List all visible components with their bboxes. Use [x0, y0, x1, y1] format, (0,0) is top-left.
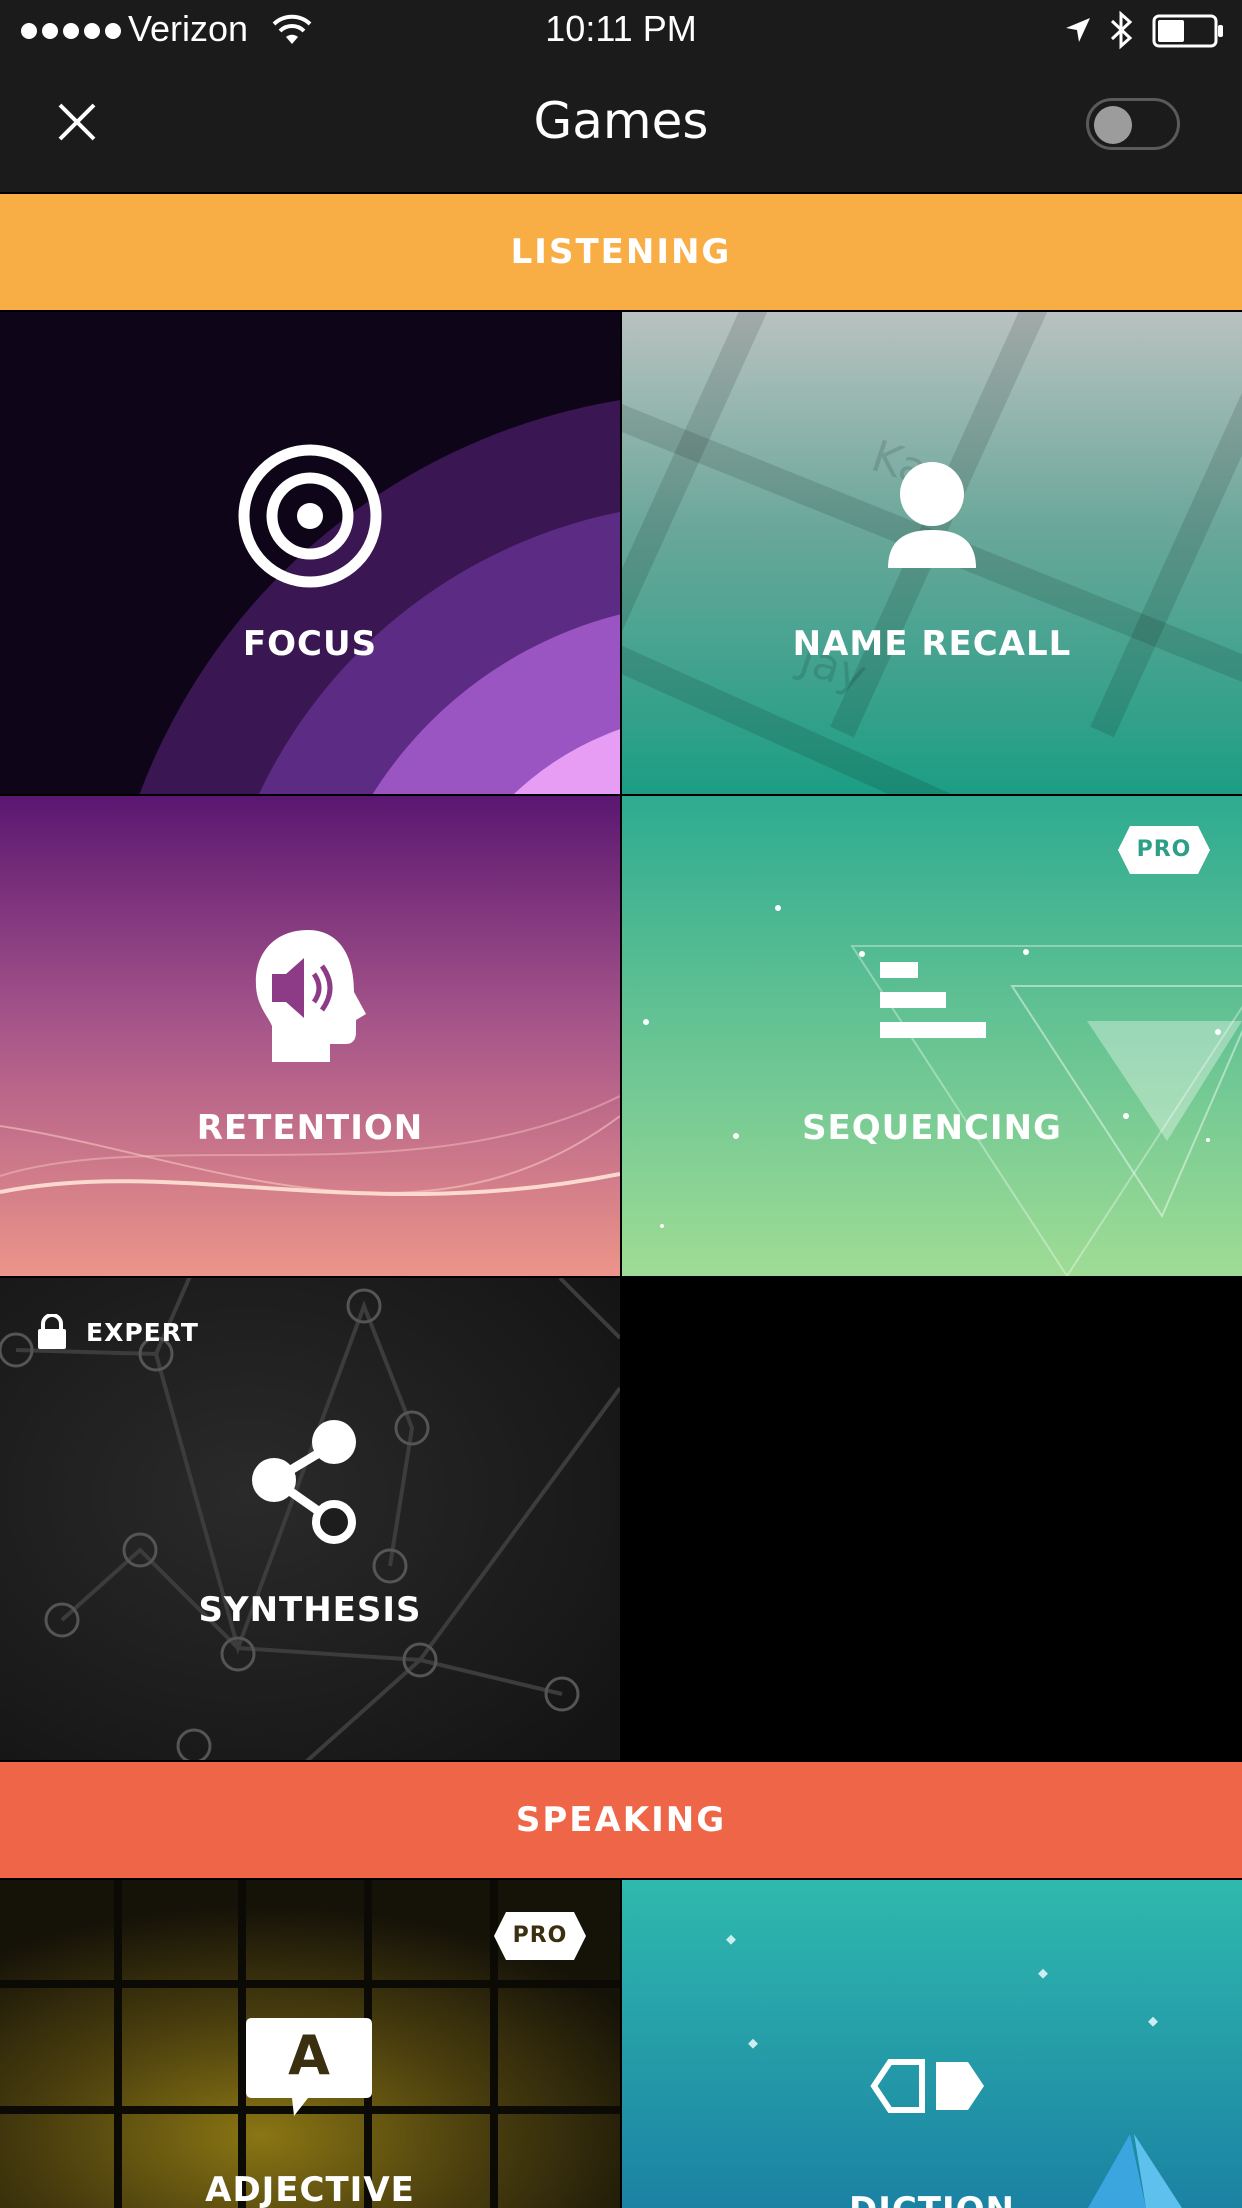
- expert-lock-label: EXPERT: [86, 1318, 199, 1347]
- location-arrow-icon: [1064, 16, 1092, 48]
- head-speaker-icon: [248, 928, 370, 1068]
- battery-icon: [1152, 14, 1224, 52]
- bluetooth-icon: [1108, 10, 1134, 54]
- status-bar: Verizon 10:11 PM: [0, 0, 1242, 62]
- tile-adjective[interactable]: PRO A ADJECTIVE: [0, 1880, 620, 2208]
- tile-label-name-recall: NAME RECALL: [792, 624, 1072, 664]
- clock: 10:11 PM: [545, 8, 697, 49]
- section-label-speaking: SPEAKING: [515, 1800, 727, 1840]
- section-label-listening: LISTENING: [510, 232, 732, 272]
- mode-toggle[interactable]: [1086, 98, 1180, 150]
- tile-focus[interactable]: FOCUS: [0, 312, 620, 794]
- section-header-listening: LISTENING: [0, 194, 1242, 310]
- tags-icon: [870, 2058, 990, 2118]
- toggle-knob: [1094, 106, 1132, 144]
- tile-label-diction: DICTION: [622, 2190, 1242, 2208]
- lock-icon: [36, 1313, 68, 1354]
- speech-bubble-letter: A: [288, 2024, 330, 2087]
- pro-badge-sequencing: PRO: [1118, 826, 1210, 874]
- person-icon: [884, 462, 980, 576]
- tile-label-sequencing: SEQUENCING: [802, 1108, 1062, 1148]
- tile-label-focus: FOCUS: [242, 624, 378, 664]
- diction-background: [622, 1880, 1242, 2208]
- tile-label-adjective: ADJECTIVE: [205, 2170, 415, 2208]
- tile-synthesis[interactable]: EXPERT SYNTHESIS: [0, 1278, 620, 1760]
- tile-diction[interactable]: DICTION: [622, 1880, 1242, 2208]
- pro-badge-adjective: PRO: [494, 1912, 586, 1960]
- speech-bubble-a-icon: A: [246, 2018, 372, 2124]
- tile-label-synthesis: SYNTHESIS: [198, 1590, 422, 1630]
- section-header-speaking: SPEAKING: [0, 1762, 1242, 1878]
- tile-retention[interactable]: RETENTION: [0, 796, 620, 1276]
- pro-badge-label: PRO: [512, 1923, 568, 1948]
- tile-name-recall[interactable]: Ka Jay NAME RECALL: [622, 312, 1242, 794]
- share-nodes-icon: [250, 1416, 362, 1552]
- pro-badge-label: PRO: [1136, 837, 1192, 862]
- empty-tile-slot: [622, 1278, 1242, 1760]
- nav-bar: Games: [0, 62, 1242, 194]
- page-title: Games: [533, 92, 709, 150]
- sequence-bars-icon: [880, 962, 988, 1046]
- tile-label-retention: RETENTION: [196, 1108, 424, 1148]
- tile-sequencing[interactable]: PRO SEQUENCING: [622, 796, 1242, 1276]
- target-icon: [238, 444, 382, 592]
